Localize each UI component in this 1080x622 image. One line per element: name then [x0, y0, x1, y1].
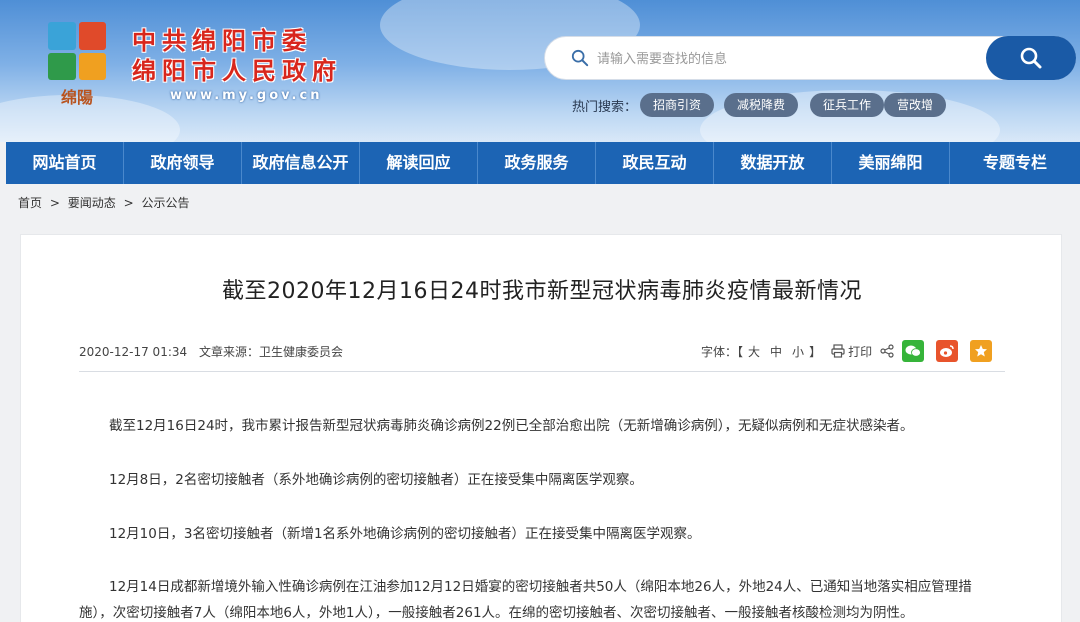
nav-item-special-topics[interactable]: 专题专栏 — [950, 142, 1080, 184]
weibo-share-button[interactable] — [936, 340, 959, 362]
site-title-line1: 中共绵阳市委 — [132, 26, 312, 55]
font-size-medium[interactable]: 中 — [770, 343, 782, 360]
article-title: 截至2020年12月16日24时我市新型冠状病毒肺炎疫情最新情况 — [222, 279, 862, 304]
hot-tag[interactable]: 减税降费 — [724, 93, 799, 117]
nav-item-home[interactable]: 网站首页 — [6, 142, 124, 184]
nav-item-info-disclosure[interactable]: 政府信息公开 — [242, 142, 360, 184]
hot-search-label: 热门搜索： — [572, 100, 638, 115]
favorite-button[interactable] — [970, 340, 993, 362]
nav-item-leaders[interactable]: 政府领导 — [124, 142, 242, 184]
wechat-icon — [905, 345, 921, 357]
site-url: www.my.gov.cn — [170, 88, 323, 103]
article-paragraph: 截至12月16日24时，我市累计报告新型冠状病毒肺炎确诊病例22例已全部治愈出院… — [109, 418, 914, 434]
breadcrumb-separator: > — [123, 196, 134, 210]
site-title-line2: 绵阳市人民政府 — [132, 56, 342, 85]
site-title: 中共绵阳市委 绵阳市人民政府 — [132, 26, 342, 86]
breadcrumb-home[interactable]: 首页 — [18, 196, 42, 210]
meta-divider — [79, 371, 1005, 372]
breadcrumb-separator: > — [49, 196, 60, 210]
font-size-small[interactable]: 小 — [792, 343, 804, 360]
search-button[interactable] — [986, 36, 1076, 80]
search-icon — [571, 49, 589, 67]
nav-item-services[interactable]: 政务服务 — [478, 142, 596, 184]
breadcrumb-notices[interactable]: 公示公告 — [141, 196, 189, 210]
printer-icon — [831, 344, 845, 358]
share-icon[interactable] — [880, 344, 894, 358]
site-logo[interactable]: 绵陽 — [48, 22, 110, 114]
main-nav: 网站首页 政府领导 政府信息公开 解读回应 政务服务 政民互动 数据开放 美丽绵… — [6, 142, 1080, 184]
article-date: 2020-12-17 01:34 — [79, 345, 188, 359]
article-source: 卫生健康委员会 — [258, 345, 343, 359]
logo-text: 绵陽 — [60, 88, 93, 107]
article-panel: 截至2020年12月16日24时我市新型冠状病毒肺炎疫情最新情况 2020-12… — [20, 234, 1062, 622]
breadcrumb-news[interactable]: 要闻动态 — [68, 196, 116, 210]
weibo-icon — [940, 345, 954, 357]
article-paragraph: 12月8日，2名密切接触者（系外地确诊病例的密切接触者）正在接受集中隔离医学观察… — [109, 472, 643, 488]
article-meta: 2020-12-17 01:34 文章来源：卫生健康委员会 — [79, 343, 351, 360]
logo-emblem-icon — [48, 22, 106, 80]
article-paragraph: 12月14日成都新增境外输入性确诊病例在江油参加12月12日婚宴的密切接触者共5… — [79, 579, 972, 621]
breadcrumb: 首页 > 要闻动态 > 公示公告 — [18, 194, 193, 211]
nav-item-interpretation[interactable]: 解读回应 — [360, 142, 478, 184]
print-button[interactable]: 打印 — [831, 343, 872, 360]
search-icon — [1020, 47, 1042, 69]
print-label: 打印 — [848, 344, 873, 359]
star-icon — [975, 345, 988, 357]
font-size-label: 字体：【 — [701, 344, 744, 359]
article-paragraph: 12月10日，3名密切接触者（新增1名系外地确诊病例的密切接触者）正在接受集中隔… — [109, 526, 701, 542]
search-input[interactable] — [597, 47, 977, 71]
hot-tag[interactable]: 营改增 — [884, 93, 947, 117]
nav-item-interaction[interactable]: 政民互动 — [596, 142, 714, 184]
nav-item-beautiful-mianyang[interactable]: 美丽绵阳 — [832, 142, 950, 184]
hot-tag[interactable]: 招商引资 — [640, 93, 715, 117]
article-tools: 字体：【 大 中 小 】 打印 — [701, 340, 993, 362]
article-source-label: 文章来源： — [198, 345, 259, 359]
nav-item-open-data[interactable]: 数据开放 — [714, 142, 832, 184]
font-size-end: 】 — [809, 344, 822, 359]
wechat-share-button[interactable] — [902, 340, 925, 362]
site-header: 绵陽 中共绵阳市委 绵阳市人民政府 www.my.gov.cn 热门搜索： 招商… — [0, 0, 1080, 142]
hot-tag[interactable]: 征兵工作 — [810, 93, 885, 117]
font-size-large[interactable]: 大 — [748, 343, 760, 360]
